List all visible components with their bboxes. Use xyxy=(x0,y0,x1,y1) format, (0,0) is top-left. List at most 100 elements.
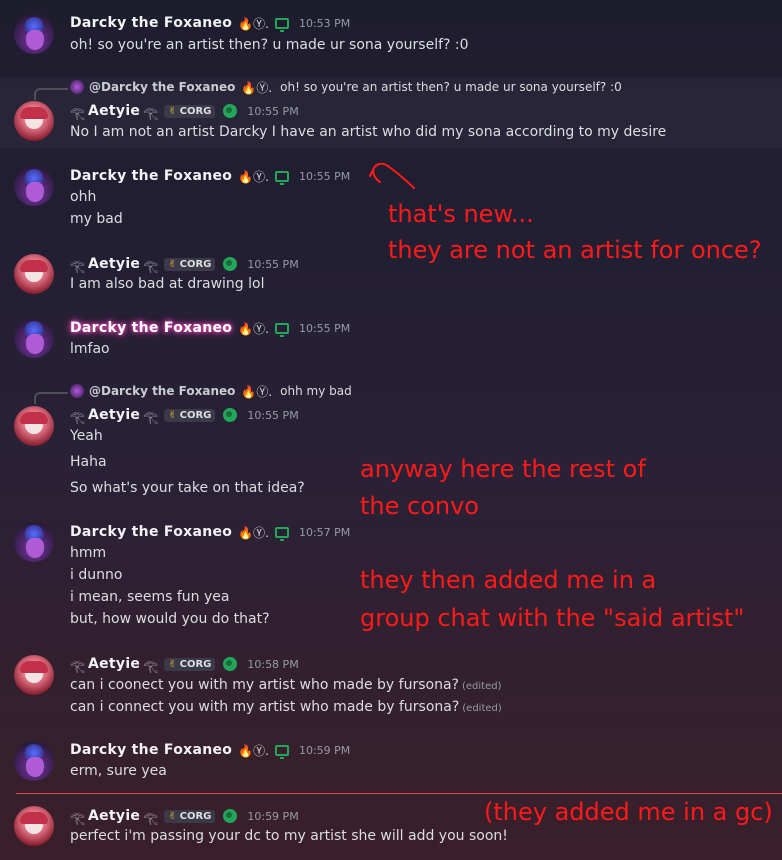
avatar[interactable] xyxy=(14,318,54,358)
username[interactable]: Darcky the Foxaneo xyxy=(70,742,232,758)
username[interactable]: Aetyie xyxy=(88,256,140,272)
username[interactable]: Aetyie xyxy=(88,407,140,423)
timestamp: 10:55 PM xyxy=(247,257,299,271)
message-text: Yeah xyxy=(70,428,103,444)
annotation-text: they are not an artist for once? xyxy=(388,236,762,264)
message-text: can i coonect you with my artist who mad… xyxy=(70,677,501,693)
guild-tag-label: CORG xyxy=(179,810,212,822)
tag-icon: ✌ xyxy=(168,658,177,670)
message-text: i mean, seems fun yea xyxy=(70,589,230,605)
eye-of-horus-icon: 𓂀 xyxy=(70,106,85,120)
globe-status-icon xyxy=(223,104,238,118)
message-text: can i connect you with my artist who mad… xyxy=(70,699,502,715)
eye-of-horus-icon: 𓂀 xyxy=(70,259,85,273)
eye-of-horus-icon: 𓂀 xyxy=(143,659,159,673)
timestamp: 10:55 PM xyxy=(247,408,299,422)
guild-tag[interactable]: ✌ CORG xyxy=(164,257,216,271)
message-header: 𓂀 Aetyie 𓂀 ✌ CORG 10:55 PM xyxy=(70,255,299,273)
annotation-arrow xyxy=(369,162,415,189)
message-header: 𓂀 Aetyie 𓂀 ✌ CORG 10:55 PM xyxy=(70,102,299,120)
annotation-text: the convo xyxy=(360,492,479,520)
new-messages-divider xyxy=(16,793,782,794)
tag-icon: ✌ xyxy=(168,105,177,117)
username[interactable]: Aetyie xyxy=(88,656,140,672)
message-header: 𓂀 Aetyie 𓂀 ✌ CORG 10:55 PM xyxy=(70,406,299,424)
eye-of-horus-icon: 𓂀 xyxy=(70,410,85,424)
message-text: lmfao xyxy=(70,341,110,357)
reply-preview[interactable]: @Darcky the Foxaneo 🔥Ⓨ. ohh my bad xyxy=(70,383,352,399)
username[interactable]: Aetyie xyxy=(88,103,140,119)
user-badges: 🔥Ⓨ. xyxy=(238,321,269,336)
reply-spine xyxy=(34,392,68,404)
avatar[interactable] xyxy=(14,254,54,294)
message-text: my bad xyxy=(70,211,123,227)
guild-tag[interactable]: ✌ CORG xyxy=(164,657,216,671)
timestamp: 10:55 PM xyxy=(247,104,299,118)
guild-tag[interactable]: ✌ CORG xyxy=(164,809,216,823)
eye-of-horus-icon: 𓂀 xyxy=(143,410,159,424)
message-header: 𓂀 Aetyie 𓂀 ✌ CORG 10:59 PM xyxy=(70,807,299,825)
message-text: oh! so you're an artist then? u made ur … xyxy=(70,37,469,53)
guild-tag[interactable]: ✌ CORG xyxy=(164,104,216,118)
reply-preview[interactable]: @Darcky the Foxaneo 🔥Ⓨ. oh! so you're an… xyxy=(70,79,622,95)
annotation-text: group chat with the "said artist" xyxy=(360,604,745,632)
reply-spine xyxy=(34,88,68,100)
desktop-status-icon xyxy=(274,17,289,32)
message-text-content: can i coonect you with my artist who mad… xyxy=(70,677,459,693)
message-text: Haha xyxy=(70,454,107,470)
username[interactable]: Darcky the Foxaneo xyxy=(70,168,232,184)
username[interactable]: Aetyie xyxy=(88,808,140,824)
message-header: Darcky the Foxaneo 🔥Ⓨ. 10:55 PM xyxy=(70,319,350,337)
timestamp: 10:55 PM xyxy=(298,321,351,335)
message-header: Darcky the Foxaneo 🔥Ⓨ. 10:53 PM xyxy=(70,14,350,32)
message-text: No I am not an artist Darcky I have an a… xyxy=(70,124,667,140)
message-header: 𓂀 Aetyie 𓂀 ✌ CORG 10:58 PM xyxy=(70,655,299,673)
message-header: Darcky the Foxaneo 🔥Ⓨ. 10:57 PM xyxy=(70,523,350,541)
message-text: perfect i'm passing your dc to my artist… xyxy=(70,828,508,844)
guild-tag-label: CORG xyxy=(179,658,212,670)
message-text: ohh xyxy=(70,189,97,205)
guild-tag[interactable]: ✌ CORG xyxy=(164,408,216,422)
avatar[interactable] xyxy=(14,406,54,446)
desktop-status-icon xyxy=(274,322,289,337)
reply-avatar xyxy=(70,384,84,398)
avatar[interactable] xyxy=(14,101,54,141)
avatar[interactable] xyxy=(14,166,54,206)
emoji-badges: 🔥Ⓨ. xyxy=(238,742,269,759)
username[interactable]: Darcky the Foxaneo xyxy=(70,15,232,31)
guild-tag-label: CORG xyxy=(179,409,212,421)
message-text-content: can i connect you with my artist who mad… xyxy=(70,699,460,715)
user-badges: 🔥Ⓨ. xyxy=(238,16,269,31)
avatar[interactable] xyxy=(14,655,54,695)
annotation-text: anyway here the rest of xyxy=(360,455,646,483)
timestamp: 10:55 PM xyxy=(298,169,351,183)
annotation-text: that's new... xyxy=(388,200,534,228)
eye-of-horus-icon: 𓂀 xyxy=(70,659,85,673)
avatar[interactable] xyxy=(14,522,54,562)
username[interactable]: Darcky the Foxaneo xyxy=(70,320,232,336)
avatar[interactable] xyxy=(14,14,54,54)
tag-icon: ✌ xyxy=(168,258,177,270)
desktop-status-icon xyxy=(274,526,289,541)
globe-status-icon xyxy=(223,809,238,823)
avatar[interactable] xyxy=(14,806,54,846)
reply-avatar xyxy=(70,80,84,94)
reply-username: @Darcky the Foxaneo xyxy=(89,80,236,94)
reply-username: @Darcky the Foxaneo xyxy=(89,384,236,398)
timestamp: 10:53 PM xyxy=(298,16,351,30)
emoji-badges: 🔥Ⓨ. xyxy=(238,320,269,337)
eye-of-horus-icon: 𓂀 xyxy=(143,811,159,825)
globe-status-icon xyxy=(223,657,238,671)
reply-text: ohh my bad xyxy=(280,384,352,398)
emoji-badges: 🔥Ⓨ. xyxy=(238,524,269,541)
eye-of-horus-icon: 𓂀 xyxy=(143,259,159,273)
desktop-status-icon xyxy=(274,744,289,759)
message-text: i dunno xyxy=(70,567,123,583)
user-badges: 🔥Ⓨ. xyxy=(238,169,269,184)
annotation-text: (they added me in a gc) xyxy=(484,798,773,826)
guild-tag-label: CORG xyxy=(179,258,212,270)
message-header: Darcky the Foxaneo 🔥Ⓨ. 10:59 PM xyxy=(70,741,350,759)
avatar[interactable] xyxy=(14,741,54,781)
message-text: So what's your take on that idea? xyxy=(70,480,305,496)
username[interactable]: Darcky the Foxaneo xyxy=(70,524,232,540)
